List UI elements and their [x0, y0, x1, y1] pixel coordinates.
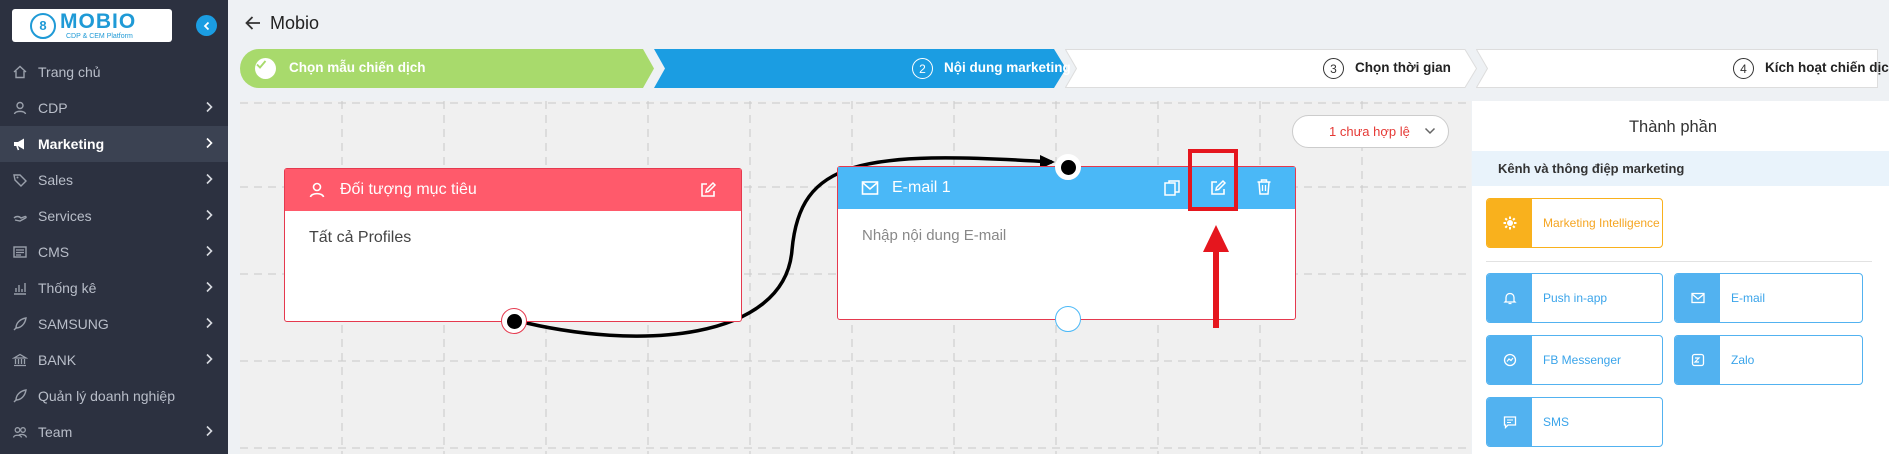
tile-email[interactable]: E-mail	[1674, 273, 1863, 323]
tile-label: SMS	[1543, 415, 1570, 429]
mail-icon	[861, 181, 879, 195]
tile-label: E-mail	[1731, 291, 1766, 305]
zalo-icon	[1675, 336, 1720, 384]
panel-section-header: Kênh và thông điệp marketing	[1472, 151, 1889, 186]
tile-zalo[interactable]: Zalo	[1674, 335, 1863, 385]
tile-label: Marketing Intelligence	[1543, 216, 1660, 230]
target-output-port[interactable]	[501, 308, 527, 334]
target-audience-node[interactable]: Đối tượng mục tiêu Tất cả Profiles	[284, 168, 742, 322]
email-input-port[interactable]	[1055, 154, 1081, 180]
app-root: 8 MOBIO CDP & CEM Platform Trang chủ CDP…	[0, 0, 1889, 454]
tile-fb-messenger[interactable]: FB Messenger	[1486, 335, 1663, 385]
edit-highlight-box	[1188, 149, 1238, 211]
trash-icon[interactable]	[1256, 178, 1272, 196]
edit-icon[interactable]	[699, 181, 717, 199]
target-node-body: Tất cả Profiles	[309, 229, 412, 246]
panel-title: Thành phần	[1628, 118, 1718, 136]
user-icon	[309, 182, 325, 198]
email-output-port[interactable]	[1055, 306, 1081, 332]
target-node-title: Đối tượng mục tiêu	[340, 181, 477, 198]
gear-icon	[1487, 199, 1532, 247]
up-arrow-annotation	[1203, 225, 1229, 328]
tile-push-in-app[interactable]: Push in-app	[1486, 273, 1663, 323]
email-node-title: E-mail 1	[892, 179, 951, 196]
sms-icon	[1487, 398, 1532, 446]
copy-icon[interactable]	[1163, 179, 1181, 197]
tile-sms[interactable]: SMS	[1486, 397, 1663, 447]
tile-label: Zalo	[1731, 353, 1755, 367]
messenger-icon	[1487, 336, 1532, 384]
mail-icon	[1675, 274, 1720, 322]
tile-marketing-intelligence[interactable]: Marketing Intelligence	[1486, 198, 1663, 248]
bell-icon	[1487, 274, 1532, 322]
panel-divider	[1486, 261, 1872, 262]
target-node-header: Đối tượng mục tiêu	[285, 169, 741, 211]
tile-label: FB Messenger	[1543, 353, 1622, 367]
components-panel: Thành phần Kênh và thông điệp marketing …	[1472, 101, 1889, 454]
tile-label: Push in-app	[1543, 291, 1608, 305]
